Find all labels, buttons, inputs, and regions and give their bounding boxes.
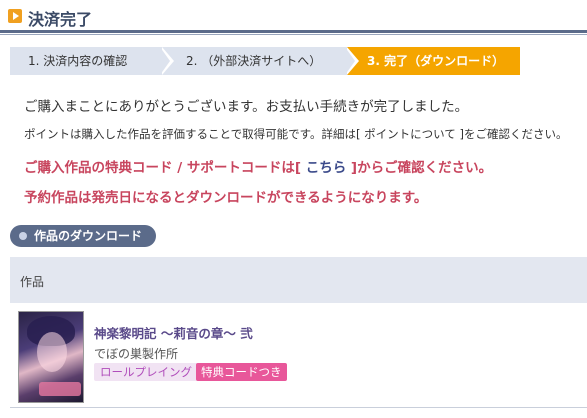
bonus-code-link[interactable]: こちら bbox=[306, 160, 347, 176]
step-complete-current: 3. 完了（ダウンロード） bbox=[347, 47, 520, 75]
checkout-steps: 1. 決済内容の確認 2. （外部決済サイトへ） 3. 完了（ダウンロード） bbox=[10, 47, 520, 75]
page-header: 決済完了 bbox=[0, 0, 587, 36]
bonus-code-text-end: ]からご確認ください。 bbox=[346, 160, 493, 176]
step-arrow bbox=[160, 47, 170, 75]
preorder-message: 予約作品は発売日になるとダウンロードができるようになります。 bbox=[24, 190, 428, 206]
column-header-work: 作品 bbox=[20, 275, 45, 289]
header-divider-thin bbox=[0, 34, 587, 35]
bonus-code-badge: 特典コードつき bbox=[196, 363, 287, 381]
table-row: 神楽黎明記 ～莉音の章～ 弐 でぼの巣製作所 ロールプレイング 特典コードつき bbox=[10, 303, 587, 408]
bullet-icon bbox=[19, 232, 27, 240]
table-header: 作品 bbox=[10, 257, 587, 303]
product-thumbnail[interactable] bbox=[18, 311, 84, 403]
thanks-message: ご購入まことにありがとうございます。お支払い手続きが完了しました。 bbox=[24, 99, 469, 115]
section-title: 作品のダウンロード bbox=[34, 229, 143, 243]
maker-link[interactable]: でぼの巣製作所 bbox=[94, 345, 178, 362]
bonus-code-text: ご購入作品の特典コード / サポートコードは[ bbox=[24, 160, 306, 176]
step-external-payment: 2. （外部決済サイトへ） bbox=[162, 47, 347, 75]
genre-tag[interactable]: ロールプレイング bbox=[94, 363, 198, 381]
step-arrow bbox=[345, 47, 355, 75]
step-confirm: 1. 決済内容の確認 bbox=[10, 47, 162, 75]
section-heading: 作品のダウンロード bbox=[10, 225, 156, 247]
play-icon bbox=[8, 9, 22, 23]
header-divider bbox=[0, 30, 587, 33]
bonus-code-message: ご購入作品の特典コード / サポートコードは[ こちら ]からご確認ください。 bbox=[24, 156, 492, 176]
points-message: ポイントは購入した作品を評価することで取得可能です。詳細は[ ポイントについて … bbox=[24, 127, 568, 141]
page-title: 決済完了 bbox=[28, 10, 93, 29]
product-title-link[interactable]: 神楽黎明記 ～莉音の章～ 弐 bbox=[94, 323, 253, 342]
